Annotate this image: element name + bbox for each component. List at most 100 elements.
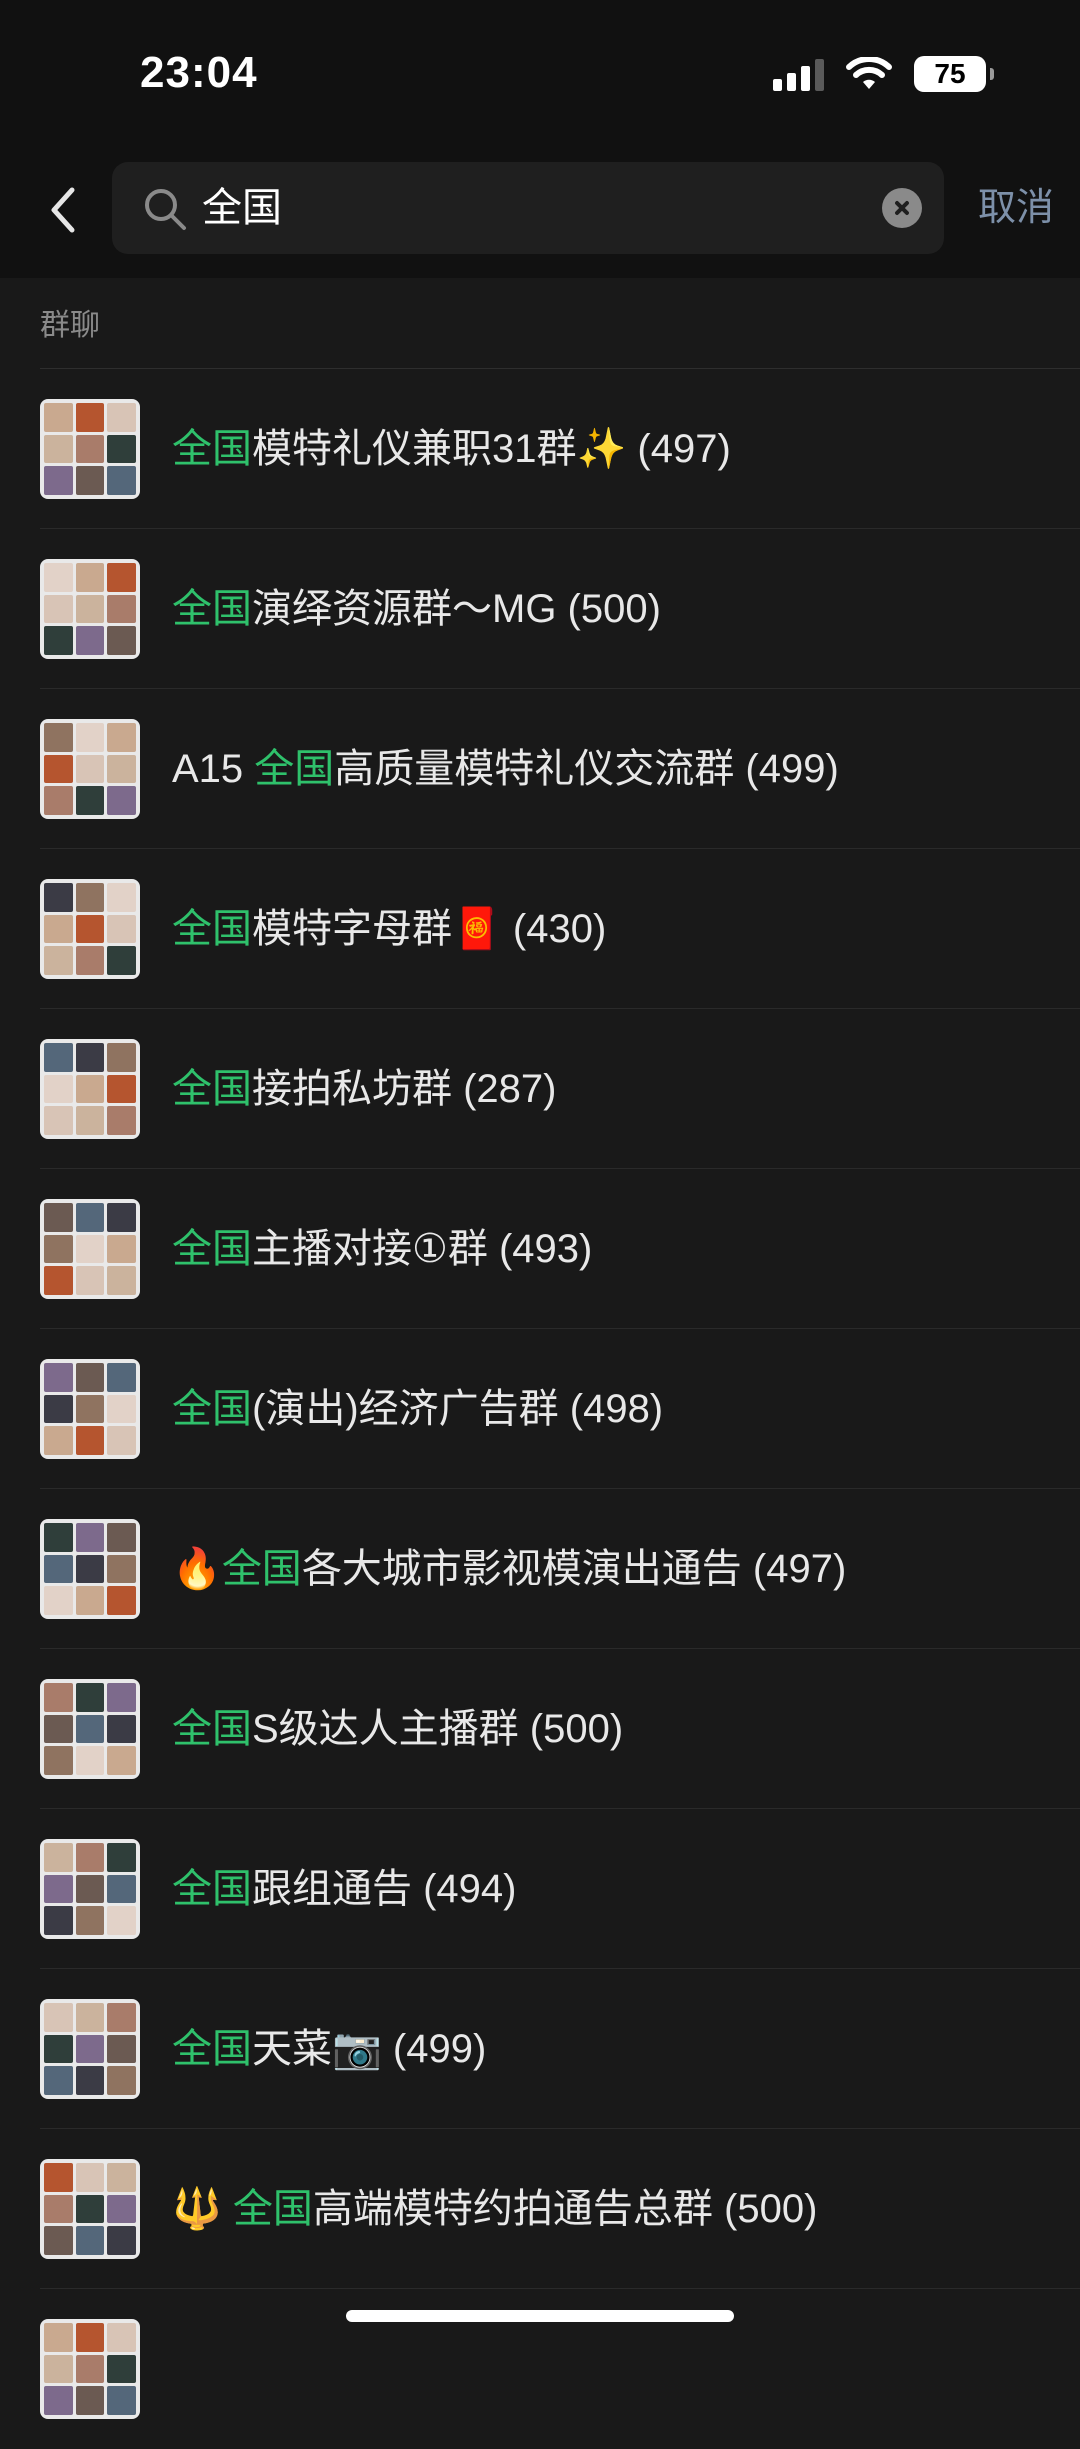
avatar-tile xyxy=(44,1874,73,1904)
search-input[interactable]: 全国 xyxy=(202,162,282,254)
avatar-tile xyxy=(75,1266,105,1295)
avatar-tile xyxy=(107,2194,136,2224)
group-name: 全国模特字母群🧧 (430) xyxy=(172,907,607,951)
avatar-tile xyxy=(75,594,105,624)
avatar-tile xyxy=(44,946,73,975)
avatar-tile xyxy=(44,2323,73,2352)
back-chevron-icon[interactable] xyxy=(36,180,96,240)
avatar-tile xyxy=(44,1523,73,1552)
avatar-tile xyxy=(44,2226,73,2255)
avatar-tile xyxy=(75,786,105,815)
avatar-tile xyxy=(75,2163,105,2192)
avatar-tile xyxy=(107,1746,136,1775)
group-result-item[interactable]: 全国S级达人主播群 (500) xyxy=(0,1649,1080,1809)
avatar-tile xyxy=(75,466,105,495)
avatar-tile xyxy=(75,2386,105,2415)
avatar-tile xyxy=(44,563,73,592)
avatar-tile xyxy=(107,563,136,592)
group-name: 🔱 全国高端模特约拍通告总群 (500) xyxy=(172,2187,818,2231)
avatar-tile xyxy=(107,1043,136,1072)
avatar-tile xyxy=(44,1554,73,1584)
group-result-item[interactable]: 全国跟组通告 (494) xyxy=(0,1809,1080,1969)
avatar-tile xyxy=(107,1906,136,1935)
cellular-signal-icon xyxy=(773,57,824,91)
battery-level: 75 xyxy=(934,58,966,89)
avatar-tile xyxy=(107,723,136,752)
group-name: 全国演绎资源群～MG (500) xyxy=(172,587,661,631)
avatar-tile xyxy=(44,2194,73,2224)
group-result-item[interactable]: 全国天菜📷 (499) xyxy=(0,1969,1080,2129)
avatar-tile xyxy=(107,914,136,944)
avatar-tile xyxy=(44,754,73,784)
avatar-tile xyxy=(75,2354,105,2384)
group-name: 🔥全国各大城市影视模演出通告 (497) xyxy=(172,1547,847,1591)
clear-search-icon[interactable] xyxy=(882,188,922,228)
group-avatar xyxy=(40,1359,140,1459)
group-result-item[interactable]: 全国(演出)经济广告群 (498) xyxy=(0,1329,1080,1489)
avatar-tile xyxy=(44,2163,73,2192)
avatar-tile xyxy=(107,786,136,815)
search-box[interactable]: 全国 xyxy=(112,162,944,254)
avatar-tile xyxy=(75,1106,105,1135)
avatar-tile xyxy=(75,1714,105,1744)
avatar-tile xyxy=(107,1683,136,1712)
avatar-tile xyxy=(75,2034,105,2064)
avatar-tile xyxy=(75,2323,105,2352)
avatar-tile xyxy=(44,1843,73,1872)
avatar-tile xyxy=(75,626,105,655)
avatar-tile xyxy=(107,594,136,624)
group-avatar xyxy=(40,1679,140,1779)
avatar-tile xyxy=(107,466,136,495)
avatar-tile xyxy=(107,626,136,655)
group-name: 全国(演出)经济广告群 (498) xyxy=(172,1387,664,1431)
cancel-button[interactable]: 取消 xyxy=(978,150,1054,266)
group-avatar xyxy=(40,1039,140,1139)
group-avatar xyxy=(40,1519,140,1619)
avatar-tile xyxy=(44,914,73,944)
avatar-tile xyxy=(107,2226,136,2255)
avatar-tile xyxy=(107,1523,136,1552)
avatar-tile xyxy=(75,2003,105,2032)
avatar-tile xyxy=(44,2034,73,2064)
avatar-tile xyxy=(75,946,105,975)
group-result-item[interactable]: 全国模特字母群🧧 (430) xyxy=(0,849,1080,1009)
group-result-item[interactable]: 全国接拍私坊群 (287) xyxy=(0,1009,1080,1169)
avatar-tile xyxy=(44,594,73,624)
avatar-tile xyxy=(107,1363,136,1392)
avatar-tile xyxy=(44,1683,73,1712)
avatar-tile xyxy=(44,2354,73,2384)
avatar-tile xyxy=(107,1234,136,1264)
group-result-item[interactable]: A15 全国高质量模特礼仪交流群 (499) xyxy=(0,689,1080,849)
avatar-tile xyxy=(107,403,136,432)
avatar-tile xyxy=(75,1363,105,1392)
avatar-tile xyxy=(107,2066,136,2095)
avatar-tile xyxy=(75,2194,105,2224)
group-avatar xyxy=(40,1999,140,2099)
group-result-item[interactable]: 🔥全国各大城市影视模演出通告 (497) xyxy=(0,1489,1080,1649)
avatar-tile xyxy=(107,1426,136,1455)
avatar-tile xyxy=(44,883,73,912)
group-result-item[interactable]: 全国演绎资源群～MG (500) xyxy=(0,529,1080,689)
group-result-item[interactable]: 全国模特礼仪兼职31群✨ (497) xyxy=(0,369,1080,529)
avatar-tile xyxy=(44,1203,73,1232)
avatar-tile xyxy=(107,1074,136,1104)
group-result-item[interactable]: 全国主播对接①群 (493) xyxy=(0,1169,1080,1329)
avatar-tile xyxy=(75,1843,105,1872)
group-avatar xyxy=(40,2319,140,2419)
group-name: 全国接拍私坊群 (287) xyxy=(172,1067,557,1111)
avatar-tile xyxy=(75,1874,105,1904)
group-result-item[interactable]: 🔱 全国高端模特约拍通告总群 (500) xyxy=(0,2129,1080,2289)
battery-icon: 75 xyxy=(914,56,994,92)
avatar-tile xyxy=(75,1074,105,1104)
avatar-tile xyxy=(107,2354,136,2384)
avatar-tile xyxy=(75,1554,105,1584)
avatar-tile xyxy=(75,2066,105,2095)
avatar-tile xyxy=(107,434,136,464)
avatar-tile xyxy=(75,403,105,432)
avatar-tile xyxy=(44,1746,73,1775)
avatar-tile xyxy=(107,2386,136,2415)
group-avatar xyxy=(40,1199,140,1299)
group-name: 全国天菜📷 (499) xyxy=(172,2027,487,2071)
avatar-tile xyxy=(44,1234,73,1264)
avatar-tile xyxy=(44,1714,73,1744)
